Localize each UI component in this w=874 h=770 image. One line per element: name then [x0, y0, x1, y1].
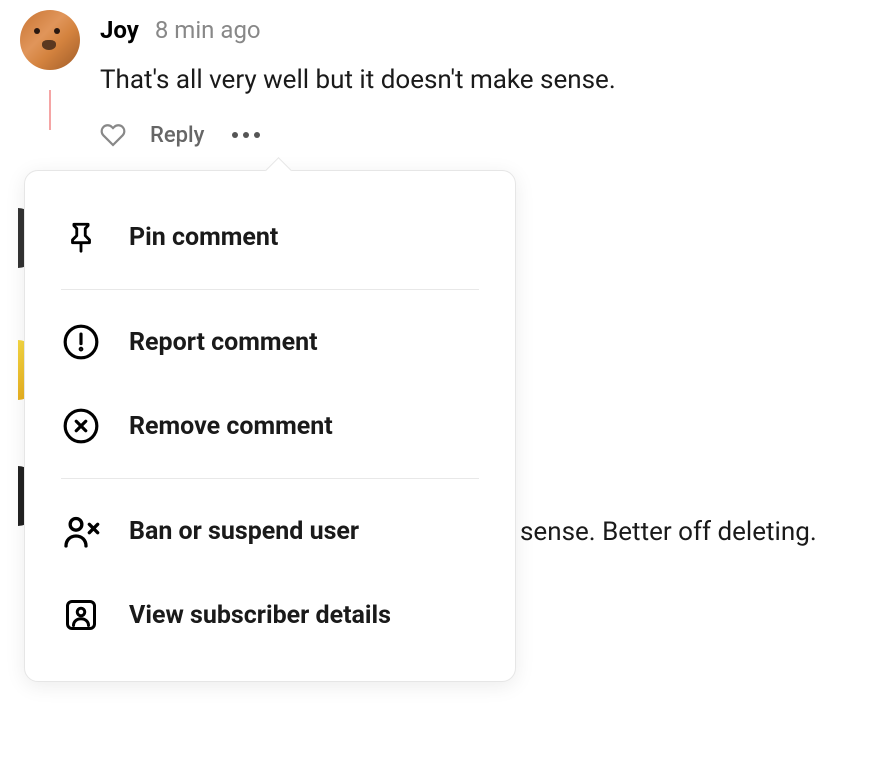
ban-user-item[interactable]: Ban or suspend user: [25, 489, 515, 573]
author-name[interactable]: Joy: [100, 16, 139, 44]
menu-label: Ban or suspend user: [129, 517, 359, 546]
reply-button[interactable]: Reply: [150, 123, 204, 148]
x-circle-icon: [61, 406, 101, 446]
comment-actions: Reply: [100, 122, 874, 148]
menu-label: Pin comment: [129, 223, 278, 252]
comment: Joy 8 min ago That's all very well but i…: [20, 10, 874, 148]
comment-options-menu: Pin comment Report comment Remove commen…: [24, 170, 516, 682]
thread-line: [49, 90, 51, 130]
remove-comment-item[interactable]: Remove comment: [25, 384, 515, 468]
menu-label: Remove comment: [129, 412, 333, 441]
heart-icon[interactable]: [100, 122, 126, 148]
user-card-icon: [61, 595, 101, 635]
menu-divider: [61, 478, 479, 479]
comment-text: That's all very well but it doesn't make…: [100, 62, 874, 98]
comment-body: Joy 8 min ago That's all very well but i…: [100, 10, 874, 148]
pin-comment-item[interactable]: Pin comment: [25, 195, 515, 279]
report-comment-item[interactable]: Report comment: [25, 300, 515, 384]
menu-label: Report comment: [129, 328, 318, 357]
comment-header: Joy 8 min ago: [100, 16, 874, 44]
avatar-column: [20, 10, 80, 148]
alert-circle-icon: [61, 322, 101, 362]
pin-icon: [61, 217, 101, 257]
comment-timestamp: 8 min ago: [155, 16, 261, 44]
menu-divider: [61, 289, 479, 290]
user-x-icon: [61, 511, 101, 551]
view-subscriber-item[interactable]: View subscriber details: [25, 573, 515, 657]
more-options-button[interactable]: [228, 128, 264, 142]
author-avatar[interactable]: [20, 10, 80, 70]
menu-label: View subscriber details: [129, 601, 391, 630]
background-comment-text: sense. Better off deleting.: [520, 517, 817, 547]
